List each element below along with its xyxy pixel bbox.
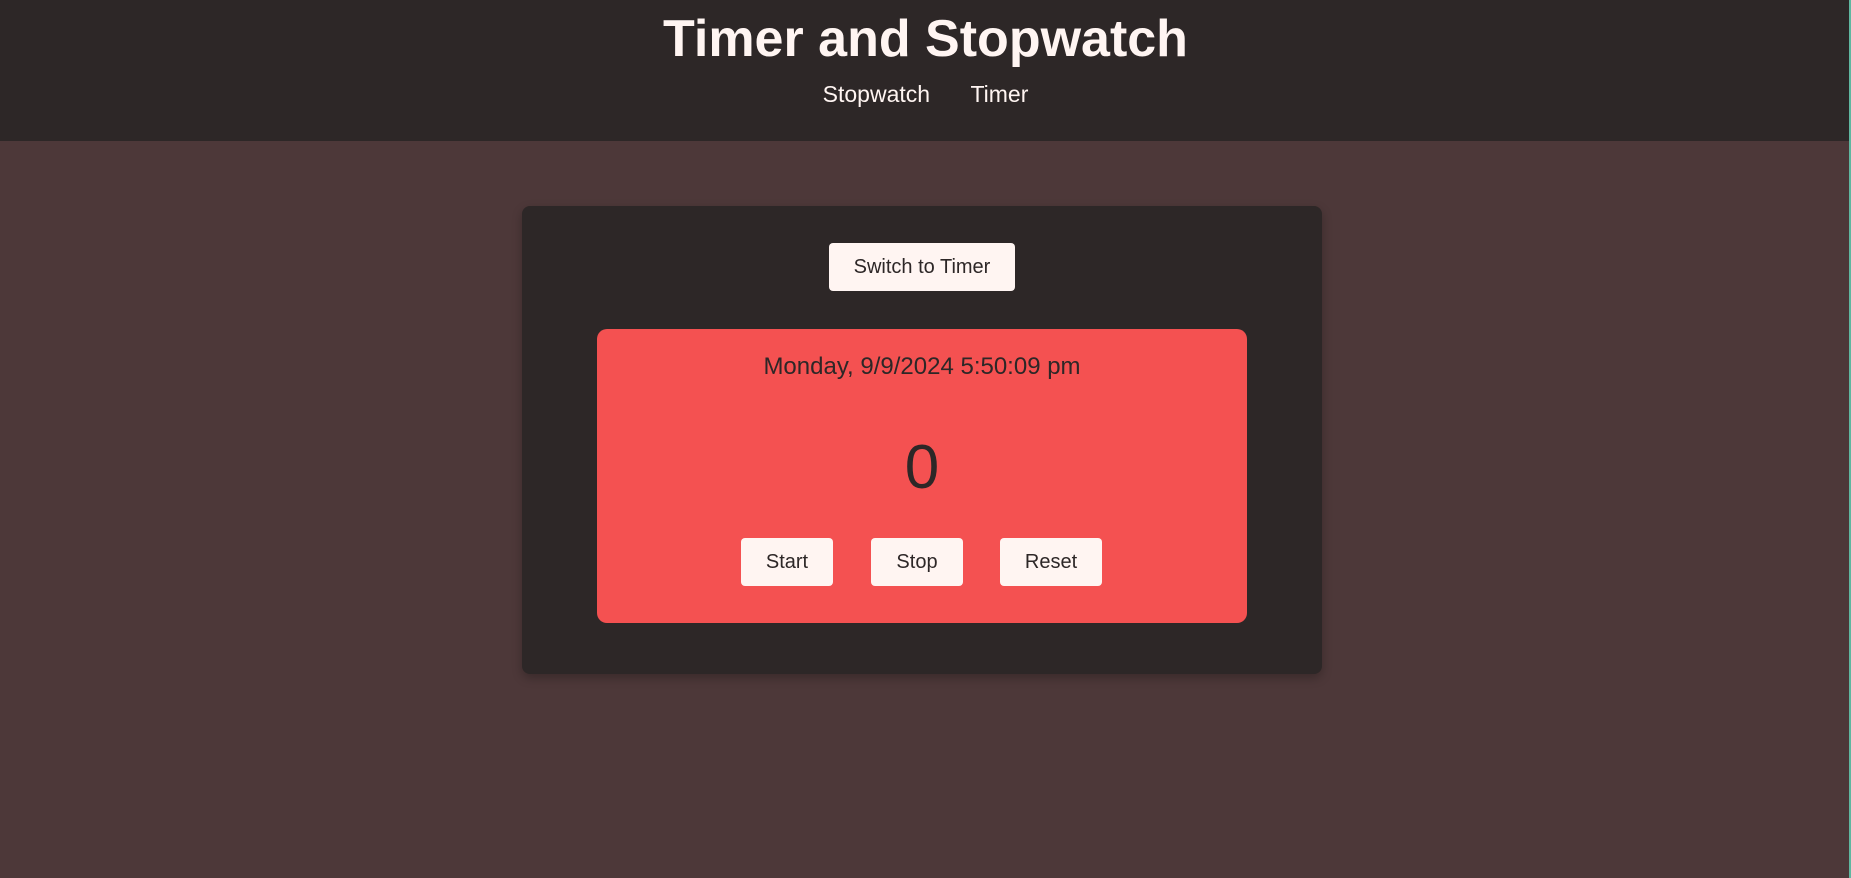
nav-link-stopwatch[interactable]: Stopwatch: [823, 80, 930, 108]
current-datetime: Monday, 9/9/2024 5:50:09 pm: [763, 353, 1081, 380]
switch-to-timer-button[interactable]: Switch to Timer: [829, 243, 1015, 291]
main-nav: Stopwatch Timer: [0, 80, 1851, 108]
nav-link-timer[interactable]: Timer: [970, 80, 1028, 108]
page-header: Timer and Stopwatch Stopwatch Timer: [0, 0, 1851, 141]
start-button[interactable]: Start: [741, 538, 833, 586]
stopwatch-card: Switch to Timer Monday, 9/9/2024 5:50:09…: [522, 206, 1322, 674]
stop-button[interactable]: Stop: [871, 538, 963, 586]
stopwatch-panel: Monday, 9/9/2024 5:50:09 pm 0 Start Stop…: [597, 329, 1247, 623]
stopwatch-counter: 0: [904, 433, 940, 502]
page-title: Timer and Stopwatch: [663, 10, 1188, 68]
reset-button[interactable]: Reset: [1000, 538, 1102, 586]
